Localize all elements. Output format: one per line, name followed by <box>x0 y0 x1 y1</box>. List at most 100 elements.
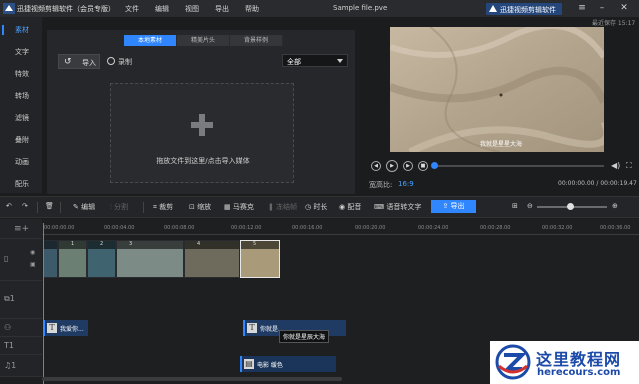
plus-icon <box>191 114 213 136</box>
watermark-logo-icon <box>495 344 531 380</box>
video-track-icon: ▯ <box>4 254 9 263</box>
media-filter-select[interactable]: 全部 <box>282 54 348 67</box>
export-button[interactable]: ⇪ 导出 <box>431 200 476 213</box>
next-frame-icon[interactable]: ▶ <box>403 161 413 171</box>
freeze-frame-button[interactable]: ❚ 冻结帧 <box>268 202 297 212</box>
import-label: 导入 <box>82 59 96 67</box>
clip-tooltip: 你就是星辰大海 <box>279 330 330 343</box>
menu-help[interactable]: 帮助 <box>245 4 275 14</box>
video-clip-selected[interactable]: 5 <box>240 240 280 278</box>
save-status: 最近保存 15:17 <box>592 20 636 27</box>
play-icon[interactable]: ▶ <box>386 160 398 172</box>
music-track-icon: ♫1 <box>4 361 17 370</box>
filter-track-icon: ⚇ <box>4 323 12 332</box>
track-head-video: ▯ ◉ ▣ <box>0 239 42 281</box>
lock-icon[interactable]: ▣ <box>30 261 36 268</box>
zoom-handle[interactable] <box>567 203 574 210</box>
record-label: 录制 <box>118 58 132 66</box>
split-button[interactable]: ⫶ 分割 <box>110 202 128 212</box>
menu-icon[interactable]: ≡ <box>576 3 588 14</box>
zoom-in-icon[interactable]: ⊕ <box>612 202 618 210</box>
duration-button[interactable]: ◷ 时长 <box>305 202 327 212</box>
brand-chip[interactable]: 迅捷视频剪辑软件 <box>486 3 562 15</box>
filter-clip[interactable]: ▤ 电影 缓色 <box>240 356 336 372</box>
close-icon[interactable]: ✕ <box>618 3 630 14</box>
menu-file[interactable]: 文件 <box>125 4 155 14</box>
video-clip[interactable]: 4 <box>184 240 240 278</box>
sidebar-item-effects[interactable]: 特效 <box>0 63 42 85</box>
watermark-url: herecours.com <box>537 367 621 378</box>
ruler-tick: 00:00:16.00 <box>292 225 323 231</box>
ruler-tick: 00:00:28.00 <box>480 225 511 231</box>
sidebar-item-overlays[interactable]: 叠附 <box>0 129 42 151</box>
sidebar-item-animation[interactable]: 动画 <box>0 151 42 173</box>
clip-number: 3 <box>129 241 133 247</box>
media-tabs: 本地素材 精美片头 背景样例 <box>124 35 283 46</box>
zoom-button[interactable]: ⊡ 缩放 <box>189 202 211 212</box>
tab-intros[interactable]: 精美片头 <box>177 35 230 46</box>
delete-icon[interactable]: 🗑 <box>45 202 54 210</box>
mosaic-button[interactable]: ▦ 马赛克 <box>224 202 254 212</box>
clip-number: 2 <box>100 241 104 247</box>
record-icon <box>107 57 115 65</box>
tab-backgrounds[interactable]: 背景样例 <box>230 35 283 46</box>
toolbar-divider <box>37 202 38 213</box>
aspect-ratio-select[interactable]: 16:9 <box>398 180 414 188</box>
sidebar-item-media[interactable]: 素材 <box>0 19 42 41</box>
dropzone-text: 拖放文件到这里/点击导入媒体 <box>156 157 250 165</box>
ruler-tick: 00:00:00.00 <box>44 225 75 231</box>
ruler-tick: 00:00:36.00 <box>600 225 631 231</box>
clip-number: 1 <box>71 241 75 247</box>
eye-icon[interactable]: ◉ <box>30 249 35 256</box>
import-button[interactable]: ↺ 导入 <box>58 54 100 69</box>
playhead[interactable] <box>43 223 44 384</box>
undo-icon[interactable]: ↶ <box>6 202 12 210</box>
minimize-icon[interactable]: – <box>596 3 608 14</box>
sidebar-item-filters[interactable]: 滤镜 <box>0 107 42 129</box>
menu-edit[interactable]: 编辑 <box>155 4 185 14</box>
video-clip[interactable]: 3 <box>116 240 184 278</box>
video-preview[interactable] <box>390 27 604 152</box>
dub-button[interactable]: ◉ 配音 <box>339 202 361 212</box>
video-clip[interactable] <box>43 240 58 278</box>
clip-number: 5 <box>253 241 257 247</box>
sidebar-item-text[interactable]: 文字 <box>0 41 42 63</box>
tab-local-media[interactable]: 本地素材 <box>124 35 177 46</box>
video-clip[interactable]: 1 <box>58 240 87 278</box>
stop-icon[interactable]: ■ <box>418 161 428 171</box>
track-head-text: T1 <box>0 337 42 355</box>
prev-frame-icon[interactable]: ◀ <box>371 161 381 171</box>
record-button[interactable]: 录制 <box>107 57 132 67</box>
sidebar-item-transitions[interactable]: 转场 <box>0 85 42 107</box>
sidebar-item-music[interactable]: 配乐 <box>0 173 42 195</box>
menu-bar: 文件 编辑 视图 导出 帮助 <box>125 4 275 14</box>
ruler-tick: 00:00:12.00 <box>231 225 262 231</box>
add-track-icon[interactable]: ≡+ <box>14 224 29 234</box>
preview-frame <box>390 27 604 152</box>
brand-chip-label: 迅捷视频剪辑软件 <box>500 6 556 14</box>
crop-button[interactable]: ⌗ 裁剪 <box>153 202 173 212</box>
menu-export[interactable]: 导出 <box>215 4 245 14</box>
fit-icon[interactable]: ⊞ <box>512 202 518 210</box>
timeline-scrollbar[interactable] <box>42 377 342 381</box>
ruler-tick: 00:00:08.00 <box>164 225 195 231</box>
volume-icon[interactable]: ◀) <box>611 161 620 170</box>
ruler-tick: 00:00:24.00 <box>418 225 449 231</box>
media-dropzone[interactable]: 拖放文件到这里/点击导入媒体 <box>110 83 294 183</box>
pip-track-icon: ⧉1 <box>4 294 15 303</box>
speech-to-text-button[interactable]: ⌨ 语音转文字 <box>374 202 421 212</box>
text-clip[interactable]: T 我爱你... <box>43 320 88 336</box>
text-clip-label: 我爱你... <box>60 326 84 333</box>
brand-logo-icon <box>489 5 497 12</box>
redo-icon[interactable]: ↷ <box>22 202 28 210</box>
file-title: Sample file.pve <box>333 4 388 12</box>
playback-handle[interactable] <box>431 162 438 169</box>
fullscreen-icon[interactable]: ⛶ <box>626 161 632 171</box>
timeline-corner: ≡+ <box>0 219 42 239</box>
playback-progress[interactable] <box>432 165 604 167</box>
zoom-out-icon[interactable]: ⊖ <box>527 202 533 210</box>
video-clip[interactable]: 2 <box>87 240 116 278</box>
edit-button[interactable]: ✎ 编辑 <box>73 202 95 212</box>
clip-number: 4 <box>197 241 201 247</box>
menu-view[interactable]: 视图 <box>185 4 215 14</box>
